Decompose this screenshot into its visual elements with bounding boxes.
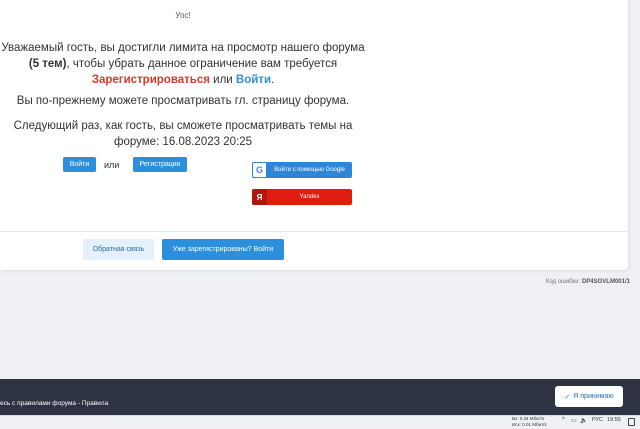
cookie-bar: [0, 379, 640, 415]
google-login-label: Войти с помощью Google: [274, 167, 345, 173]
tray-expand-icon[interactable]: ^: [562, 417, 565, 423]
yandex-login-label: Yandex: [299, 194, 320, 200]
net-down-value: 0.34 Мбит/s: [519, 416, 545, 421]
modal-title: Упс!: [175, 11, 191, 20]
feedback-button[interactable]: Обратная связь: [83, 239, 154, 260]
accept-button[interactable]: ✓ Я принимаю: [555, 386, 623, 407]
limit-message-text-2: , чтобы убрать данное ограничение вам тр…: [66, 58, 338, 70]
modal-divider: [0, 231, 628, 232]
login-button[interactable]: Войти: [63, 157, 96, 172]
monitor-icon[interactable]: ▭: [571, 417, 577, 424]
or-label: или: [104, 160, 120, 170]
rules-notice-text: есь с правилами форума -: [0, 400, 82, 407]
error-code-value: DP4SGVLM001/1: [581, 279, 630, 285]
yandex-icon: Я: [252, 189, 267, 205]
yandex-login-button[interactable]: Я Yandex: [252, 189, 352, 205]
error-code: Код ошибки: DP4SGVLM001/1: [546, 279, 630, 285]
google-login-button[interactable]: G Войти с помощью Google: [252, 162, 352, 178]
limit-message-text: Уважаемый гость, вы достигли лимита на п…: [1, 42, 365, 54]
volume-icon[interactable]: 🔈: [580, 417, 587, 424]
main-page-message: Вы по-прежнему можете просматривать гл. …: [16, 95, 350, 107]
rules-notice: есь с правилами форума - Правила: [0, 400, 108, 407]
clock[interactable]: 19:55: [607, 417, 621, 423]
error-code-label: Код ошибки:: [545, 279, 581, 285]
limit-modal: Упс! Уважаемый гость, вы достигли лимита…: [0, 0, 628, 270]
google-icon: G: [252, 162, 267, 178]
notifications-icon[interactable]: [628, 418, 635, 426]
message-end: .: [271, 74, 275, 86]
login-link[interactable]: Войти: [236, 74, 271, 86]
next-visit-message: Следующий раз, как гость, вы сможете про…: [13, 120, 353, 148]
rules-link[interactable]: Правила: [82, 400, 108, 407]
language-indicator[interactable]: РУС: [592, 417, 603, 423]
check-icon: ✓: [564, 393, 571, 401]
net-up-value: 0.01 Мбит/s: [522, 422, 547, 427]
accept-label: Я принимаю: [573, 393, 614, 400]
net-up-label: Исх:: [512, 422, 521, 427]
topic-limit-count: (5 тем): [28, 58, 67, 70]
network-meter: Вх: 0.34 Мбит/s Исх: 0.01 Мбит/s: [512, 416, 547, 428]
register-link[interactable]: Зарегистрироваться: [92, 74, 210, 86]
already-registered-button[interactable]: Уже зарегистрированы? Войти: [162, 239, 284, 260]
or-text: или: [209, 74, 236, 86]
net-down-label: Вх:: [512, 416, 519, 421]
limit-message: Уважаемый гость, вы достигли лимита на п…: [0, 40, 366, 88]
register-button[interactable]: Регистрация: [133, 157, 187, 172]
